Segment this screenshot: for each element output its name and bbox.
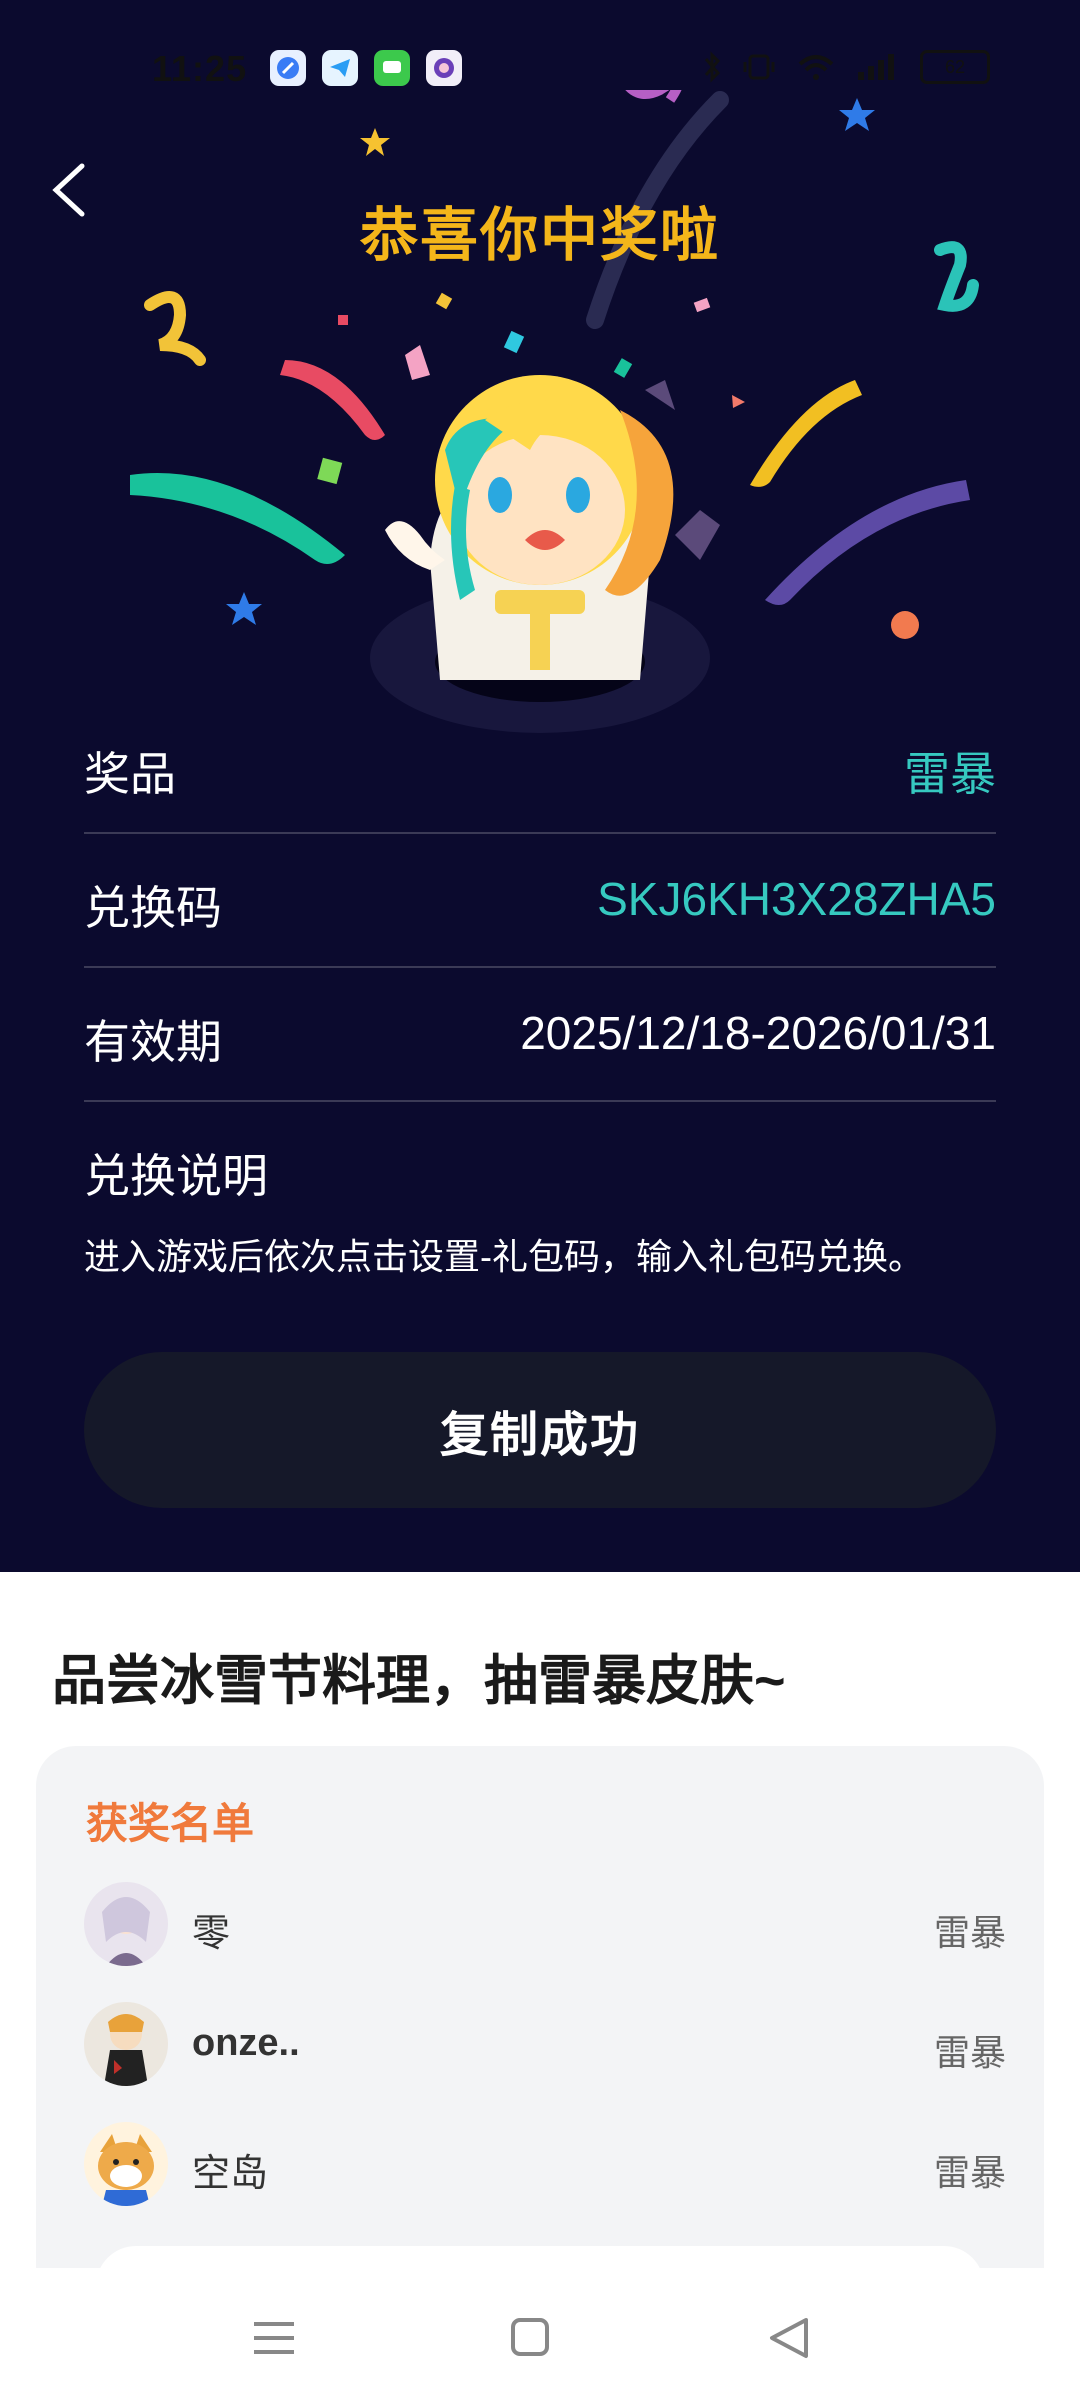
page-title: 恭喜你中奖啦 [359, 203, 720, 268]
confetti [891, 611, 919, 639]
code-row: 兑换码 SKJ6KH3X28ZHA5 [84, 832, 996, 968]
home-icon[interactable] [500, 2308, 560, 2368]
confetti [405, 345, 430, 380]
confetti [338, 315, 348, 325]
messages-app-icon [374, 50, 410, 86]
redeem-code[interactable]: SKJ6KH3X28ZHA5 [597, 872, 996, 926]
confetti [732, 395, 745, 408]
event-title: 品尝冰雪节料理，抽雷暴皮肤~ [52, 1651, 786, 1711]
squiggle-decoration [144, 291, 206, 366]
winner-prize: 雷暴 [933, 2032, 1006, 2073]
winner-name: onze.. [192, 2022, 300, 2064]
confetti [435, 292, 453, 310]
confetti [503, 330, 525, 354]
telegram-app-icon [322, 50, 358, 86]
winner-row[interactable]: 空岛 雷暴 [84, 2122, 1006, 2212]
menu-icon[interactable] [244, 2308, 304, 2368]
battery-icon: 62 [920, 50, 990, 84]
battery-level: 62 [944, 56, 966, 77]
ribbon-decoration [765, 480, 970, 605]
prize-value: 雷暴 [904, 748, 996, 800]
validity-value: 2025/12/18-2026/01/31 [520, 1007, 996, 1059]
winners-title: 获奖名单 [86, 1800, 255, 1847]
confetti [317, 457, 343, 485]
status-time: 11:25 [152, 48, 248, 89]
game-app-icon [426, 50, 462, 86]
prize-row: 奖品 雷暴 [84, 698, 996, 834]
star-icon [360, 128, 390, 156]
navigation-bar [0, 2268, 1080, 2400]
notification-icons [270, 50, 462, 86]
ribbon-decoration [750, 380, 862, 487]
winner-name: 零 [192, 1913, 231, 1955]
system-icons: 62 [702, 50, 990, 84]
star-icon [226, 592, 262, 625]
bluetooth-icon [702, 51, 722, 83]
validity-row: 有效期 2025/12/18-2026/01/31 [84, 966, 996, 1102]
star-icon [839, 98, 875, 131]
avatar [84, 2122, 168, 2206]
code-label: 兑换码 [84, 882, 222, 934]
swirl-decoration [625, 90, 682, 103]
winner-name: 空岛 [192, 2153, 269, 2195]
winner-row[interactable]: 零 雷暴 [84, 1882, 1006, 1972]
copy-button[interactable]: 复制成功 [84, 1352, 996, 1508]
winner-row[interactable]: onze.. 雷暴 [84, 2002, 1006, 2092]
winner-prize: 雷暴 [933, 1912, 1006, 1953]
signal-icon [856, 51, 900, 83]
confetti [693, 297, 711, 313]
confetti [613, 358, 633, 378]
prize-label: 奖品 [84, 748, 176, 800]
winner-prize: 雷暴 [933, 2152, 1006, 2193]
avatar [84, 2002, 168, 2086]
avatar [84, 1882, 168, 1966]
ribbon-decoration [280, 360, 385, 440]
vibrate-icon [742, 51, 776, 83]
redeem-note-text: 进入游戏后依次点击设置-礼包码，输入礼包码兑换。 [84, 1236, 924, 1277]
ribbon-decoration [130, 472, 345, 564]
wifi-icon [796, 51, 836, 83]
back-triangle-icon[interactable] [760, 2308, 820, 2368]
browser-app-icon [270, 50, 306, 86]
validity-label: 有效期 [84, 1016, 222, 1068]
redeem-note-title: 兑换说明 [84, 1150, 268, 1202]
